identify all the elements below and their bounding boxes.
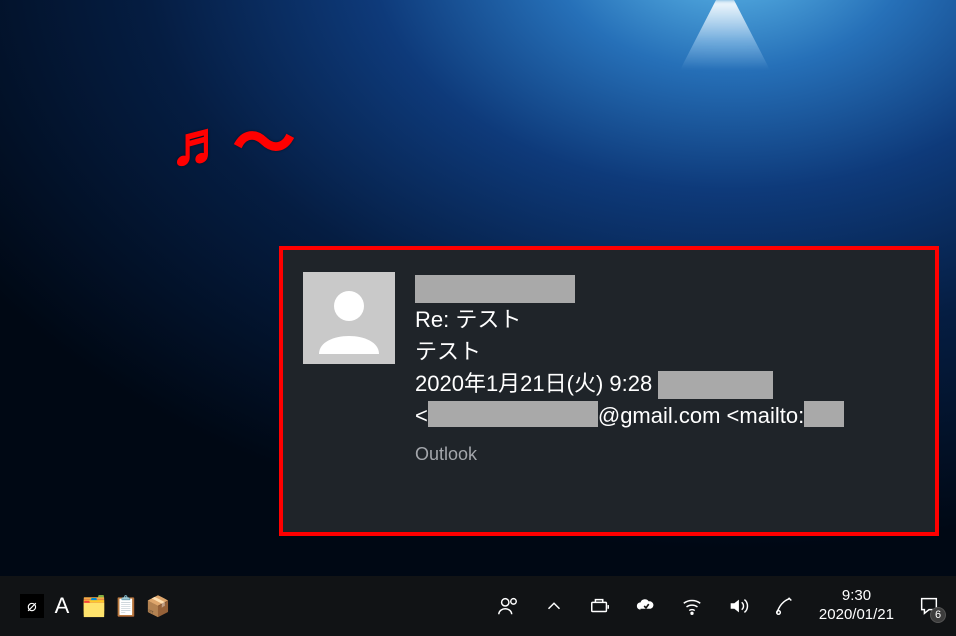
notification-email-line: <@gmail.com <mailto: bbox=[415, 400, 915, 432]
light-beam-decoration bbox=[680, 0, 770, 70]
onedrive-icon[interactable] bbox=[635, 595, 657, 617]
notification-body: Re: テスト テスト 2020年1月21日(火) 9:28 <@gmail.c… bbox=[415, 272, 915, 468]
tray-app-icon-1[interactable]: 🗂️ bbox=[80, 592, 108, 620]
ime-mode-indicator[interactable]: A bbox=[48, 592, 76, 620]
redacted-mailto bbox=[804, 401, 844, 427]
redacted-email bbox=[428, 401, 598, 427]
notification-badge: 6 bbox=[930, 607, 946, 623]
power-icon[interactable] bbox=[589, 595, 611, 617]
tray-app-icon-2[interactable]: 📋 bbox=[112, 592, 140, 620]
notification-preview: テスト bbox=[415, 336, 915, 368]
sender-avatar bbox=[303, 272, 395, 364]
ink-workspace-icon[interactable] bbox=[773, 595, 795, 617]
wifi-icon[interactable] bbox=[681, 595, 703, 617]
action-center-icon[interactable]: 6 bbox=[918, 595, 940, 617]
outlook-toast-notification[interactable]: Re: テスト テスト 2020年1月21日(火) 9:28 <@gmail.c… bbox=[279, 246, 939, 536]
clock-date: 2020/01/21 bbox=[819, 606, 894, 625]
volume-icon[interactable] bbox=[727, 595, 749, 617]
notification-timestamp-line: 2020年1月21日(火) 9:28 bbox=[415, 368, 915, 400]
clock-time: 9:30 bbox=[819, 587, 894, 606]
sender-name-line bbox=[415, 272, 915, 304]
windows-taskbar: ⌀ A 🗂️ 📋 📦 9:30 2020/01/21 bbox=[0, 576, 956, 636]
taskbar-clock[interactable]: 9:30 2020/01/21 bbox=[819, 587, 894, 625]
notification-subject: Re: テスト bbox=[415, 304, 915, 336]
redacted-name bbox=[658, 371, 773, 399]
tray-chevron-icon[interactable] bbox=[543, 595, 565, 617]
ime-dictionary-icon[interactable]: ⌀ bbox=[20, 594, 44, 618]
people-icon[interactable] bbox=[497, 595, 519, 617]
tray-app-icon-3[interactable]: 📦 bbox=[144, 592, 172, 620]
sender-name-redacted bbox=[415, 275, 575, 303]
music-note-annotation: ♬～ bbox=[170, 95, 298, 182]
notification-app-name: Outlook bbox=[415, 441, 915, 467]
